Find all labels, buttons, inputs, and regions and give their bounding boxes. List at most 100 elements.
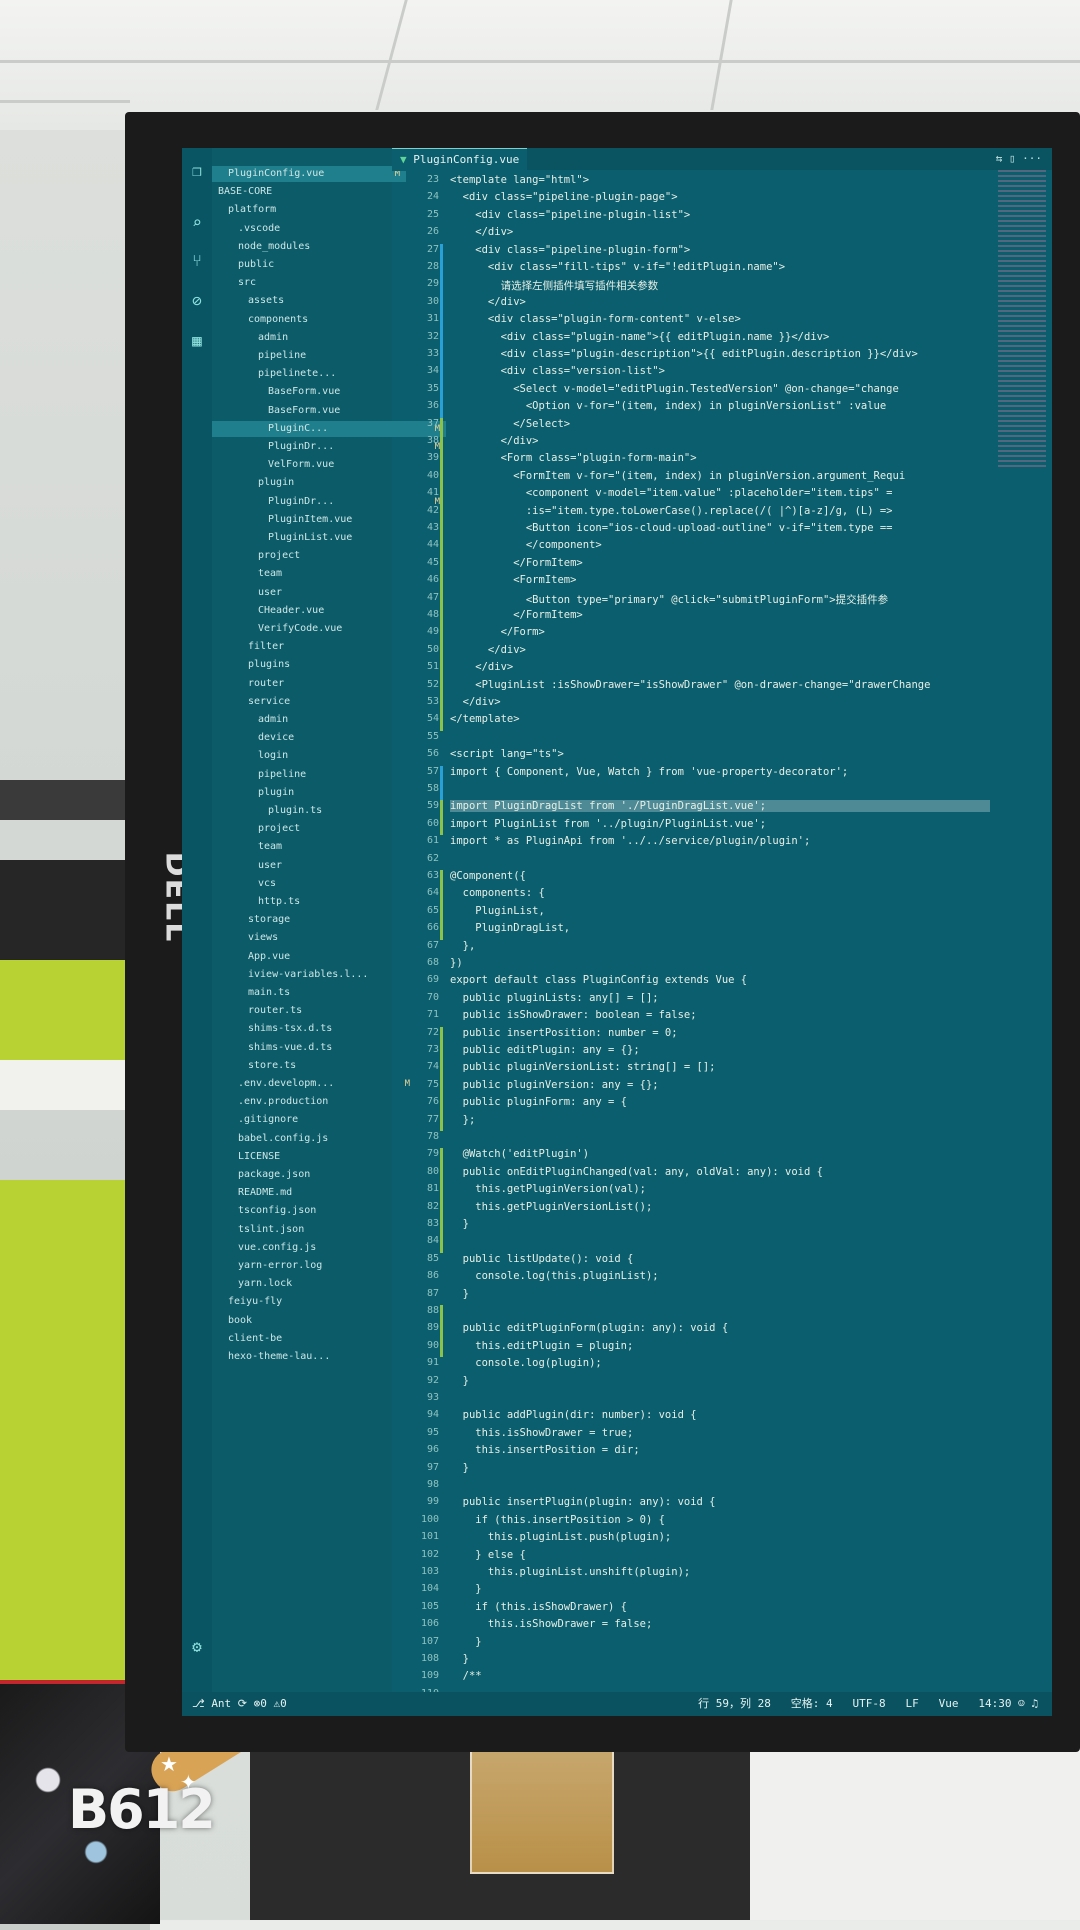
code-line[interactable]: <div class="version-list"> — [450, 365, 665, 377]
code-line[interactable]: } — [450, 1636, 481, 1648]
code-line[interactable]: </div> — [450, 644, 526, 656]
sidebar-file-item[interactable]: .env.developm... M — [212, 1076, 416, 1092]
code-line[interactable]: </FormItem> — [450, 557, 583, 569]
sidebar-file-item[interactable]: BASE-CORE — [212, 184, 396, 200]
editor-actions-icon[interactable]: ⇆ ▯ ··· — [996, 152, 1042, 165]
code-line[interactable]: this.pluginList.push(plugin); — [450, 1531, 671, 1543]
code-line[interactable]: public pluginLists: any[] = []; — [450, 992, 659, 1004]
code-line[interactable]: <Button type="primary" @click="submitPlu… — [450, 592, 888, 607]
sidebar-file-item[interactable]: .gitignore — [212, 1112, 416, 1128]
sidebar-file-item[interactable]: node_modules — [212, 239, 416, 255]
code-line[interactable]: PluginList, — [450, 905, 545, 917]
code-line[interactable]: import { Component, Vue, Watch } from 'v… — [450, 766, 848, 778]
sidebar-file-item[interactable]: .env.production — [212, 1094, 416, 1110]
code-line[interactable]: </div> — [450, 226, 513, 238]
sidebar-file-item[interactable]: tslint.json — [212, 1222, 416, 1238]
code-line[interactable]: :is="item.type.toLowerCase().replace(/( … — [450, 505, 893, 517]
code-line[interactable]: this.isShowDrawer = true; — [450, 1427, 633, 1439]
code-line[interactable]: this.getPluginVersionList(); — [450, 1201, 652, 1213]
code-editor[interactable]: <template lang="html"> <div class="pipel… — [450, 170, 1010, 1690]
code-line[interactable]: public onEditPluginChanged(val: any, old… — [450, 1166, 823, 1178]
tab-plugin-config[interactable]: ▼ PluginConfig.vue — [392, 148, 528, 171]
sidebar-file-item[interactable]: yarn-error.log — [212, 1258, 416, 1274]
code-line[interactable]: public isShowDrawer: boolean = false; — [450, 1009, 697, 1021]
code-line[interactable]: public pluginForm: any = { — [450, 1096, 627, 1108]
code-line[interactable]: <div class="pipeline-plugin-list"> — [450, 209, 690, 221]
sidebar-file-item[interactable]: tsconfig.json — [212, 1203, 416, 1219]
code-line[interactable]: public insertPlugin(plugin: any): void { — [450, 1496, 716, 1508]
code-line[interactable]: export default class PluginConfig extend… — [450, 974, 747, 986]
code-line[interactable]: } else { — [450, 1549, 526, 1561]
code-line[interactable]: <Option v-for="(item, index) in pluginVe… — [450, 400, 886, 412]
code-line[interactable]: </Form> — [450, 626, 545, 638]
status-language[interactable]: Vue — [939, 1697, 959, 1710]
code-line[interactable]: this.editPlugin = plugin; — [450, 1340, 633, 1352]
sidebar-file-item[interactable]: vue.config.js — [212, 1240, 416, 1256]
code-line[interactable]: } — [450, 1375, 469, 1387]
sidebar-file-item[interactable]: babel.config.js — [212, 1131, 416, 1147]
code-line[interactable]: <div class="pipeline-plugin-form"> — [450, 244, 690, 256]
code-line[interactable]: console.log(this.pluginList); — [450, 1270, 658, 1282]
sidebar-file-item[interactable]: README.md — [212, 1185, 416, 1201]
sidebar-file-item[interactable]: public — [212, 257, 416, 273]
explorer-icon[interactable]: ❐ — [188, 162, 206, 180]
code-line[interactable]: </template> — [450, 713, 520, 725]
code-line[interactable]: } — [450, 1462, 469, 1474]
code-line[interactable]: </div> — [450, 435, 539, 447]
code-line[interactable]: this.pluginList.unshift(plugin); — [450, 1566, 690, 1578]
search-icon[interactable]: ⌕ — [188, 214, 206, 232]
code-line[interactable]: import PluginDragList from './PluginDrag… — [450, 800, 990, 813]
code-line[interactable]: this.insertPosition = dir; — [450, 1444, 639, 1456]
extensions-icon[interactable]: ▦ — [188, 332, 206, 350]
code-line[interactable]: import * as PluginApi from '../../servic… — [450, 835, 810, 847]
code-line[interactable]: import PluginList from '../plugin/Plugin… — [450, 818, 766, 830]
code-line[interactable]: @Watch('editPlugin') — [450, 1148, 589, 1160]
code-line[interactable]: </FormItem> — [450, 609, 583, 621]
code-line[interactable]: PluginDragList, — [450, 922, 570, 934]
code-line[interactable]: <template lang="html"> — [450, 174, 589, 186]
settings-gear-icon[interactable]: ⚙ — [188, 1638, 206, 1656]
sidebar-file-item[interactable]: platform — [212, 202, 406, 218]
status-line-col[interactable]: 行 59，列 28 — [698, 1697, 771, 1710]
code-line[interactable]: </component> — [450, 539, 602, 551]
sidebar-file-item[interactable]: book — [212, 1313, 406, 1329]
code-line[interactable]: } — [450, 1653, 469, 1665]
code-line[interactable]: * 关闭抽屉 — [450, 1688, 524, 1691]
code-line[interactable]: public listUpdate(): void { — [450, 1253, 634, 1265]
code-line[interactable]: <Form class="plugin-form-main"> — [450, 452, 697, 464]
code-line[interactable]: 请选择左侧插件填写插件相关参数 — [450, 278, 659, 293]
code-line[interactable]: <component v-model="item.value" :placeho… — [450, 487, 893, 499]
code-line[interactable]: console.log(plugin); — [450, 1357, 601, 1369]
code-line[interactable]: }) — [450, 957, 463, 969]
code-line[interactable]: public pluginVersionList: string[] = []; — [450, 1061, 716, 1073]
debug-icon[interactable]: ⊘ — [188, 292, 206, 310]
status-eol[interactable]: LF — [906, 1697, 919, 1710]
code-line[interactable]: <div class="plugin-name">{{ editPlugin.n… — [450, 331, 830, 343]
code-line[interactable]: <PluginList :isShowDrawer="isShowDrawer"… — [450, 679, 930, 691]
code-line[interactable]: public addPlugin(dir: number): void { — [450, 1409, 697, 1421]
sidebar-file-item[interactable]: yarn.lock — [212, 1276, 416, 1292]
code-line[interactable]: <FormItem> — [450, 574, 576, 586]
code-line[interactable]: </div> — [450, 696, 501, 708]
code-line[interactable]: public editPluginForm(plugin: any): void… — [450, 1322, 729, 1334]
sidebar-file-item[interactable]: feiyu-fly — [212, 1294, 406, 1310]
sidebar-file-item[interactable]: hexo-theme-lau... — [212, 1349, 406, 1365]
sidebar-file-item[interactable]: PluginConfig.vue M — [212, 166, 406, 182]
code-line[interactable]: /** — [450, 1670, 482, 1682]
code-line[interactable]: this.isShowDrawer = false; — [450, 1618, 652, 1630]
code-line[interactable]: } — [450, 1288, 469, 1300]
status-spaces[interactable]: 空格: 4 — [791, 1697, 833, 1710]
code-line[interactable]: if (this.isShowDrawer) { — [450, 1601, 627, 1613]
code-line[interactable]: <div class="fill-tips" v-if="!editPlugin… — [450, 261, 785, 273]
minimap[interactable] — [998, 170, 1046, 470]
bell-icon[interactable]: ☺ ♫ — [1018, 1697, 1038, 1710]
code-line[interactable]: <script lang="ts"> — [450, 748, 564, 760]
code-line[interactable]: @Component({ — [450, 870, 526, 882]
code-line[interactable]: public pluginVersion: any = {}; — [450, 1079, 659, 1091]
code-line[interactable]: <Button icon="ios-cloud-upload-outline" … — [450, 522, 893, 534]
sidebar-file-item[interactable]: package.json — [212, 1167, 416, 1183]
code-line[interactable]: <div class="plugin-form-content" v-else> — [450, 313, 741, 325]
sidebar-file-item[interactable]: client-be — [212, 1331, 406, 1347]
code-line[interactable]: </div> — [450, 296, 526, 308]
code-line[interactable]: components: { — [450, 887, 545, 899]
